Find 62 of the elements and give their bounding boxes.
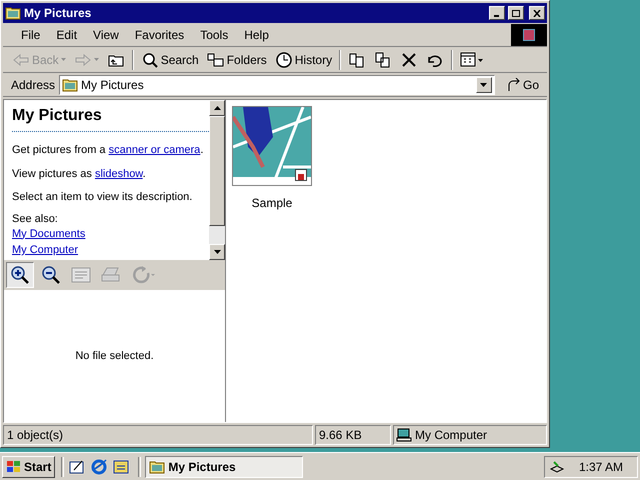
link[interactable]: slideshow (94, 168, 143, 180)
folders-button[interactable]: Folders (204, 48, 270, 70)
file-name[interactable]: Sample (252, 194, 292, 212)
views-icon (460, 50, 484, 68)
zoom-in-icon (9, 264, 31, 286)
status-objects: 1 object(s) (3, 425, 313, 445)
browser-icon[interactable] (90, 458, 108, 476)
window-title: My Pictures (24, 5, 92, 22)
down-arrow-icon (480, 82, 488, 86)
go-arrow-icon (506, 78, 521, 92)
status-size: 9.66 KB (315, 425, 391, 445)
search-button[interactable]: Search (138, 48, 202, 70)
link[interactable]: scanner or camera (108, 144, 200, 156)
link[interactable]: My Documents (12, 228, 86, 240)
move-to-icon (348, 50, 366, 68)
close-icon (533, 10, 541, 16)
computer-icon (396, 428, 412, 442)
description-text: Select an item to view its description. (12, 190, 194, 205)
go-button[interactable]: Go (498, 76, 547, 94)
folders-icon (206, 50, 225, 68)
start-button[interactable]: Start (2, 456, 56, 478)
menu-item[interactable]: Favorites (126, 26, 192, 44)
search-icon (140, 50, 159, 68)
zoom-in-button[interactable] (6, 262, 34, 288)
taskbar-window-button[interactable]: My Pictures (145, 456, 304, 478)
menu-item[interactable]: File (13, 26, 48, 44)
caret-icon (94, 58, 99, 61)
folder-icon (149, 460, 166, 474)
up-arrow-icon (214, 106, 220, 110)
menu-item[interactable]: Help (236, 26, 277, 44)
clock: 1:37 AM (579, 458, 624, 476)
history-button[interactable]: History (272, 48, 336, 70)
zoom-out-icon (40, 264, 62, 286)
channels-icon[interactable] (112, 458, 130, 476)
see-also-label: See also: (12, 212, 59, 226)
shortcut-badge-icon (295, 169, 307, 181)
down-arrow-icon (214, 250, 220, 254)
description-text: Get pictures from a scanner or camera. (12, 143, 204, 158)
clock-icon (274, 50, 293, 68)
caret-icon (60, 58, 66, 61)
network-icon[interactable] (549, 458, 565, 474)
maximize-icon (512, 10, 520, 16)
address-label: Address (11, 76, 56, 94)
close-button[interactable] (529, 6, 545, 20)
copy-to-icon (374, 50, 392, 68)
rotate-icon (130, 264, 156, 286)
preview-message: No file selected. (75, 348, 154, 364)
scrollbar[interactable] (209, 100, 225, 260)
menu-item[interactable]: View (85, 26, 127, 44)
dropdown-button[interactable] (476, 76, 492, 92)
menu-item[interactable]: Edit (48, 26, 86, 44)
minimize-button[interactable] (489, 6, 505, 20)
delete-icon (400, 50, 418, 68)
maximize-button[interactable] (508, 6, 524, 20)
folder-icon (62, 78, 78, 92)
folder-icon (5, 6, 21, 20)
menu-item[interactable]: Tools (192, 26, 236, 44)
windows-flag-icon (6, 460, 22, 474)
status-zone: My Computer (415, 427, 488, 444)
address-field[interactable]: My Pictures (59, 74, 495, 94)
link[interactable]: My Computer (12, 244, 78, 256)
description-text: View pictures as slideshow. (12, 166, 147, 182)
